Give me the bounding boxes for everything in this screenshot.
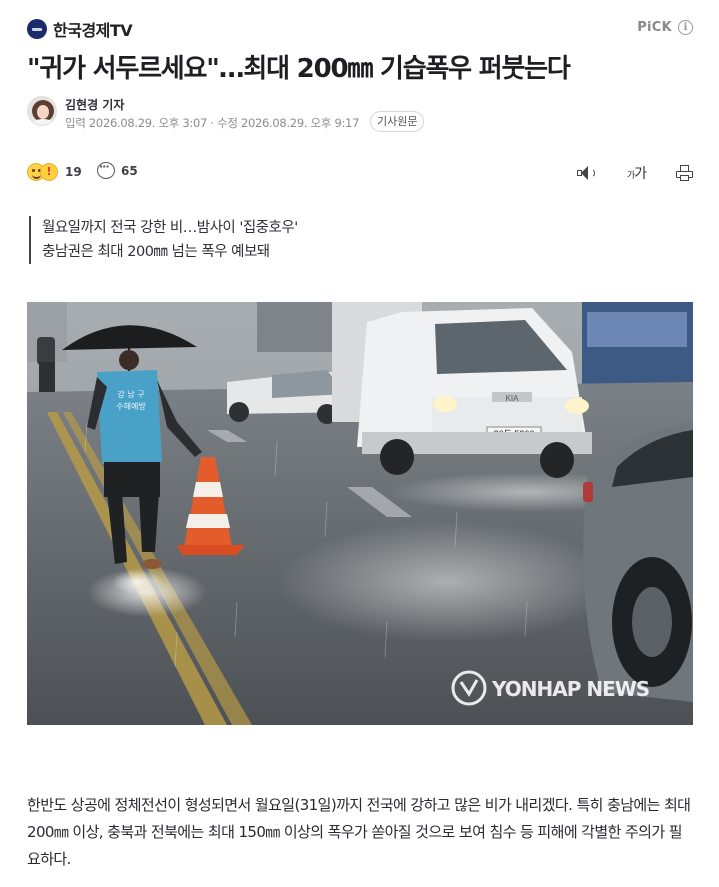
svg-text:강 남 구: 강 남 구 [117,389,144,399]
comment-icon [97,160,115,179]
svg-text:YONHAP NEWS: YONHAP NEWS [491,677,649,701]
article-dates: 입력 2026.08.29. 오후 3:07 · 수정 2026.08.29. … [65,116,360,130]
pick-label: PiCK [637,20,672,35]
svg-text:KIA: KIA [506,394,520,403]
reaction-emoji-icon: ! [27,162,59,182]
article-toolbar: ! 19 65 가가 [27,160,693,186]
article-summary: 월요일까지 전국 강한 비…밤사이 '집중호우' 충남권은 최대 200㎜ 넘는… [29,216,298,264]
press-header: 한국경제TV PiCK i [27,16,693,42]
pick-badge[interactable]: PiCK i [637,20,693,35]
summary-line: 월요일까지 전국 강한 비…밤사이 '집중호우' [42,220,298,236]
article-body: 한반도 상공에 정체전선이 형성되면서 월요일(31일)까지 전국에 강하고 많… [27,796,691,868]
svg-text:수해예방: 수해예방 [116,401,146,411]
article-photo[interactable]: KIA 80두 5366 강 남 구 수해예방 [27,302,693,725]
reporter-avatar[interactable] [27,96,57,126]
printer-icon [676,165,693,181]
font-size-icon: 가가 [626,166,647,182]
speaker-icon [576,165,597,181]
summary-line: 충남권은 최대 200㎜ 넘는 폭우 예보돼 [42,244,270,260]
reporter-name[interactable]: 김현경 기자 [65,96,124,113]
reaction-count: 19 [65,165,82,179]
rain-street-photo: KIA 80두 5366 강 남 구 수해예방 [27,302,693,725]
font-size-button[interactable]: 가가 [626,160,647,186]
press-name[interactable]: 한국경제TV [53,17,133,41]
comment-count: 65 [121,163,138,178]
press-logo-icon[interactable] [27,19,47,39]
original-article-button[interactable]: 기사원문 [370,111,425,132]
info-icon[interactable]: i [678,20,693,35]
text-to-speech-button[interactable] [576,160,597,186]
byline: 김현경 기자 입력 2026.08.29. 오후 3:07 · 수정 2026.… [27,96,693,132]
article-headline: "귀가 서두르세요"…최대 200㎜ 기습폭우 퍼붓는다 [27,54,571,84]
print-button[interactable] [676,160,693,186]
reaction-button[interactable]: ! 19 [27,162,82,182]
comment-button[interactable]: 65 [97,160,138,179]
